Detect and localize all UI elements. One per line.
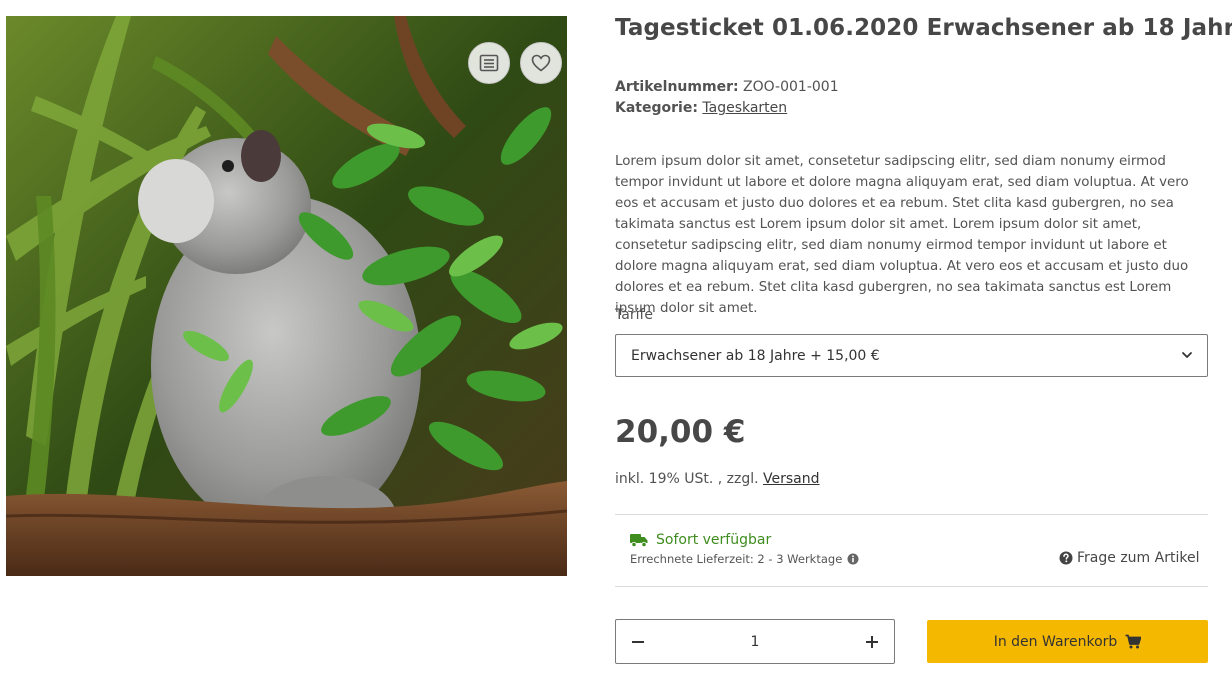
delivery-info: Sofort verfügbar Errechnete Lieferzeit: …: [630, 532, 859, 566]
variant-select[interactable]: Erwachsener ab 18 Jahre + 15,00 €: [615, 334, 1208, 377]
chevron-down-icon: [1182, 352, 1192, 358]
add-to-cart-label: In den Warenkorb: [993, 633, 1118, 650]
product-price: 20,00 €: [615, 414, 746, 450]
compare-button[interactable]: [468, 42, 510, 84]
product-question-label: Frage zum Artikel: [1077, 550, 1200, 566]
product-title: Tagesticket 01.06.2020 Erwachsener ab 18…: [615, 15, 1232, 41]
truck-icon: [630, 534, 648, 547]
lead-time: Errechnete Lieferzeit: 2 - 3 Werktage: [630, 552, 859, 566]
variant-selected-value: Erwachsener ab 18 Jahre + 15,00 €: [631, 347, 880, 364]
variant-label: Tarife: [615, 307, 654, 323]
question-circle-icon: [1059, 551, 1073, 565]
article-number: Artikelnummer: ZOO-001-001: [615, 79, 839, 95]
add-to-cart-button[interactable]: In den Warenkorb: [927, 620, 1208, 663]
product-description: Lorem ipsum dolor sit amet, consetetur s…: [615, 154, 1189, 316]
quantity-stepper: [615, 619, 895, 664]
quantity-increase-button[interactable]: [850, 620, 894, 663]
product-image[interactable]: [6, 16, 567, 576]
shipping-link[interactable]: Versand: [763, 471, 820, 487]
tax-info: inkl. 19% USt. , zzgl. Versand: [615, 471, 820, 487]
shopping-cart-icon: [1125, 634, 1142, 649]
category-link[interactable]: Tageskarten: [702, 100, 787, 116]
category: Kategorie: Tageskarten: [615, 100, 787, 116]
list-icon: [479, 54, 499, 72]
info-icon[interactable]: [847, 553, 859, 565]
article-number-label: Artikelnummer:: [615, 79, 739, 95]
divider: [615, 514, 1208, 515]
quantity-decrease-button[interactable]: [616, 620, 660, 663]
availability-status: Sofort verfügbar: [630, 532, 859, 548]
quantity-input[interactable]: [660, 628, 850, 655]
article-number-value: ZOO-001-001: [743, 79, 839, 95]
heart-icon: [531, 54, 551, 72]
koala-photo: [6, 16, 567, 576]
tax-text: inkl. 19% USt. , zzgl.: [615, 471, 759, 487]
minus-icon: [632, 640, 644, 643]
wishlist-button[interactable]: [520, 42, 562, 84]
lead-time-text: Errechnete Lieferzeit: 2 - 3 Werktage: [630, 552, 843, 566]
divider: [615, 586, 1208, 587]
plus-icon: [866, 635, 878, 648]
availability-text: Sofort verfügbar: [656, 532, 772, 548]
category-label: Kategorie:: [615, 100, 698, 116]
product-question-link[interactable]: Frage zum Artikel: [1059, 550, 1199, 566]
